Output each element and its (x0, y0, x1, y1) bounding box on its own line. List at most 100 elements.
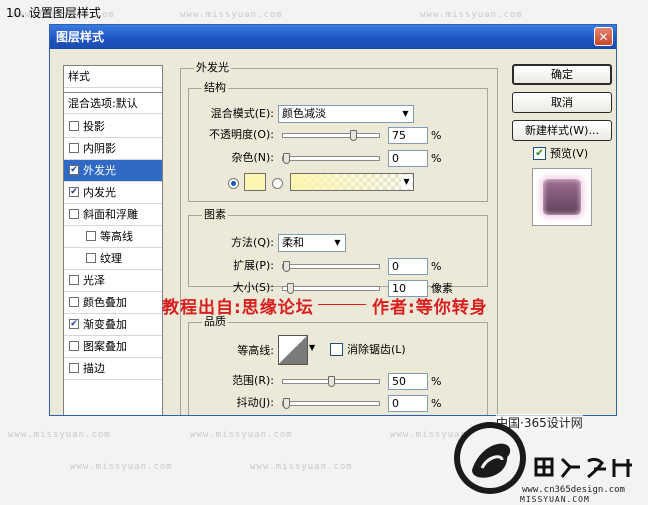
style-item[interactable]: 描边 (64, 358, 162, 380)
style-checkbox[interactable] (69, 209, 79, 219)
style-item[interactable]: ✔ 外发光 (64, 160, 162, 182)
dialog-title: 图层样式 (56, 30, 105, 44)
step-title: 10. 设置图层样式 (6, 6, 101, 20)
jitter-input[interactable]: 0 (388, 395, 428, 412)
style-item[interactable]: 图案叠加 (64, 336, 162, 358)
style-checkbox[interactable] (86, 253, 96, 263)
method-label: 方法(Q): (231, 236, 274, 249)
style-item-label: 等高线 (100, 230, 133, 243)
style-checkbox[interactable] (69, 297, 79, 307)
swirl-logo (452, 420, 528, 496)
style-item[interactable]: ✔ 内发光 (64, 182, 162, 204)
jitter-unit: % (431, 397, 442, 410)
watermark-text: www.missyuan.com (180, 10, 283, 20)
bottom-url: www.cn365design.com (522, 485, 625, 495)
contour-label: 等高线: (237, 344, 274, 357)
preview-checkbox[interactable]: ✔ (533, 147, 546, 160)
opacity-input[interactable]: 75 (388, 127, 428, 144)
preview-glow-square (543, 179, 581, 215)
spread-slider[interactable] (282, 261, 380, 272)
opacity-slider-thumb[interactable] (349, 130, 357, 141)
style-checkbox[interactable] (69, 143, 79, 153)
outer-glow-title: 外发光 (194, 61, 231, 75)
noise-label: 杂色(N): (231, 151, 274, 164)
style-item-label: 颜色叠加 (83, 296, 127, 309)
range-unit: % (431, 375, 442, 388)
spread-unit: % (431, 260, 442, 273)
style-item-label: 渐变叠加 (83, 318, 127, 331)
style-checkbox[interactable]: ✔ (69, 165, 79, 175)
blend-mode-select[interactable]: 颜色减淡 ▼ (278, 105, 414, 123)
style-checkbox[interactable] (69, 121, 79, 131)
layer-style-dialog: 图层样式 ✕ 样式 混合选项:默认 投影内阴影 ✔ 外发光 ✔ 内发光斜面和浮雕等高线纹… (49, 24, 617, 416)
opacity-label: 不透明度(O): (209, 128, 274, 141)
styles-list: 样式 混合选项:默认 投影内阴影 ✔ 外发光 ✔ 内发光斜面和浮雕等高线纹理光泽颜色叠加… (63, 65, 163, 415)
style-checkbox[interactable]: ✔ (69, 319, 79, 329)
blend-mode-label: 混合模式(E): (210, 107, 274, 120)
preview-label: 预览(V) (550, 147, 589, 160)
style-checkbox[interactable] (69, 363, 79, 373)
style-checkbox[interactable] (69, 275, 79, 285)
new-style-button[interactable]: 新建样式(W)... (512, 120, 612, 141)
opacity-slider[interactable] (282, 130, 380, 141)
range-label: 范围(R): (232, 374, 274, 387)
watermark-text: www.missyuan.com (190, 430, 293, 440)
style-item[interactable]: ✔ 渐变叠加 (64, 314, 162, 336)
range-slider[interactable] (282, 376, 380, 387)
antialias-checkbox[interactable] (330, 343, 343, 356)
noise-input[interactable]: 0 (388, 150, 428, 167)
style-checkbox[interactable]: ✔ (69, 187, 79, 197)
solid-color-radio[interactable] (228, 178, 239, 189)
style-checkbox[interactable] (86, 231, 96, 241)
chevron-down-icon: ▼ (401, 175, 412, 189)
style-item[interactable]: 斜面和浮雕 (64, 204, 162, 226)
style-item-label: 外发光 (83, 164, 116, 177)
styles-header[interactable]: 样式 (64, 66, 162, 88)
elements-title: 图素 (202, 208, 228, 222)
chevron-down-icon: ▼ (399, 107, 412, 121)
style-item-label: 光泽 (83, 274, 105, 287)
contour-picker[interactable] (278, 335, 308, 365)
size-slider[interactable] (282, 283, 380, 294)
close-button[interactable]: ✕ (594, 27, 613, 46)
ok-button[interactable]: 确定 (512, 64, 612, 85)
style-item[interactable]: 颜色叠加 (64, 292, 162, 314)
gradient-picker[interactable]: ▼ (290, 173, 414, 191)
jitter-slider-thumb[interactable] (283, 398, 290, 409)
style-item[interactable]: 内阴影 (64, 138, 162, 160)
style-item[interactable]: 纹理 (64, 248, 162, 270)
spread-input[interactable]: 0 (388, 258, 428, 275)
style-item-label: 内发光 (83, 186, 116, 199)
method-select[interactable]: 柔和 ▼ (278, 234, 346, 252)
dialog-titlebar[interactable]: 图层样式 ✕ (50, 25, 616, 49)
chevron-down-icon[interactable]: ▼ (309, 343, 315, 352)
noise-slider-thumb[interactable] (283, 153, 290, 164)
watermark-text: www.missyuan.com (420, 10, 523, 20)
separator-line (318, 304, 366, 305)
cancel-button[interactable]: 取消 (512, 92, 612, 113)
author-text: 作者:等你转身 (372, 298, 488, 318)
gradient-radio[interactable] (272, 178, 283, 189)
style-item-label: 投影 (83, 120, 105, 133)
noise-slider[interactable] (282, 153, 380, 164)
watermark-text: www.missyuan.com (8, 430, 111, 440)
method-value: 柔和 (282, 236, 304, 249)
jitter-slider[interactable] (282, 398, 380, 409)
range-input[interactable]: 50 (388, 373, 428, 390)
range-slider-thumb[interactable] (327, 376, 335, 387)
style-item[interactable]: 光泽 (64, 270, 162, 292)
style-item[interactable]: 等高线 (64, 226, 162, 248)
style-item[interactable]: 投影 (64, 116, 162, 138)
glow-color-swatch[interactable] (244, 173, 266, 191)
blend-options-item[interactable]: 混合选项:默认 (64, 92, 162, 114)
watermark-text: www.missyuan.com (250, 462, 353, 472)
watermark-text: www.missyuan.com (70, 462, 173, 472)
brand-calligraphy-logo (532, 455, 642, 481)
structure-title: 结构 (202, 81, 228, 95)
chevron-down-icon: ▼ (331, 236, 344, 250)
spread-slider-thumb[interactable] (283, 261, 290, 272)
style-item-label: 纹理 (100, 252, 122, 265)
style-checkbox[interactable] (69, 341, 79, 351)
spread-label: 扩展(P): (233, 259, 274, 272)
tutorial-source-text: 教程出自:思缘论坛 (162, 298, 314, 318)
